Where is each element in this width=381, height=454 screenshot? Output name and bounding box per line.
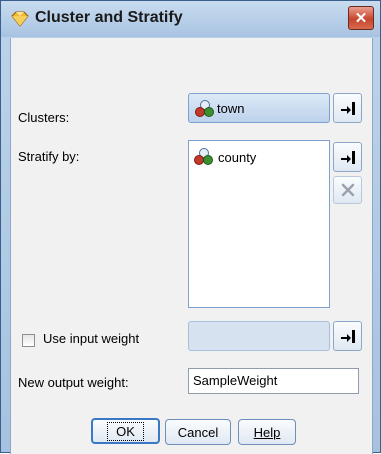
title-bar[interactable]: Cluster and Stratify ✕ (1, 1, 380, 37)
stratify-label: Stratify by: (18, 149, 80, 164)
nominal-field-icon (195, 100, 214, 117)
list-item-label: county (218, 149, 257, 165)
cancel-button[interactable]: Cancel (165, 419, 231, 445)
dialog-title: Cluster and Stratify (35, 9, 183, 26)
close-icon: ✕ (354, 9, 368, 27)
use-input-weight-checkbox[interactable] (22, 334, 35, 347)
input-weight-field (188, 321, 330, 351)
input-weight-field-picker-button[interactable] (333, 321, 362, 351)
help-button[interactable]: Help (238, 419, 296, 445)
new-output-weight-label: New output weight: (18, 375, 129, 390)
dialog-body: Clusters: town Stratify by: county Use i… (10, 38, 373, 454)
list-item[interactable]: county (194, 147, 256, 167)
close-button[interactable]: ✕ (348, 6, 374, 30)
help-button-label: Help (253, 424, 281, 440)
use-input-weight-label: Use input weight (43, 331, 140, 346)
cancel-button-label: Cancel (177, 424, 219, 440)
nominal-field-icon (194, 148, 213, 165)
stratify-listbox[interactable]: county (188, 140, 330, 308)
clusters-field[interactable]: town (188, 93, 330, 123)
new-output-weight-input[interactable]: SampleWeight (188, 368, 359, 394)
field-picker-icon (340, 330, 355, 343)
stratify-field-picker-button[interactable] (333, 142, 362, 172)
delete-x-icon (341, 183, 354, 197)
ok-button[interactable]: OK (91, 418, 160, 444)
field-picker-icon (340, 102, 355, 115)
app-gem-icon (11, 11, 29, 27)
remove-field-button[interactable] (333, 176, 362, 204)
clusters-field-picker-button[interactable] (333, 93, 362, 123)
field-picker-icon (340, 151, 355, 164)
clusters-value: town (217, 101, 245, 116)
ok-button-label: OK (107, 421, 144, 441)
clusters-label: Clusters: (18, 110, 70, 125)
dialog-window: Cluster and Stratify ✕ Clusters: town St… (0, 0, 381, 454)
